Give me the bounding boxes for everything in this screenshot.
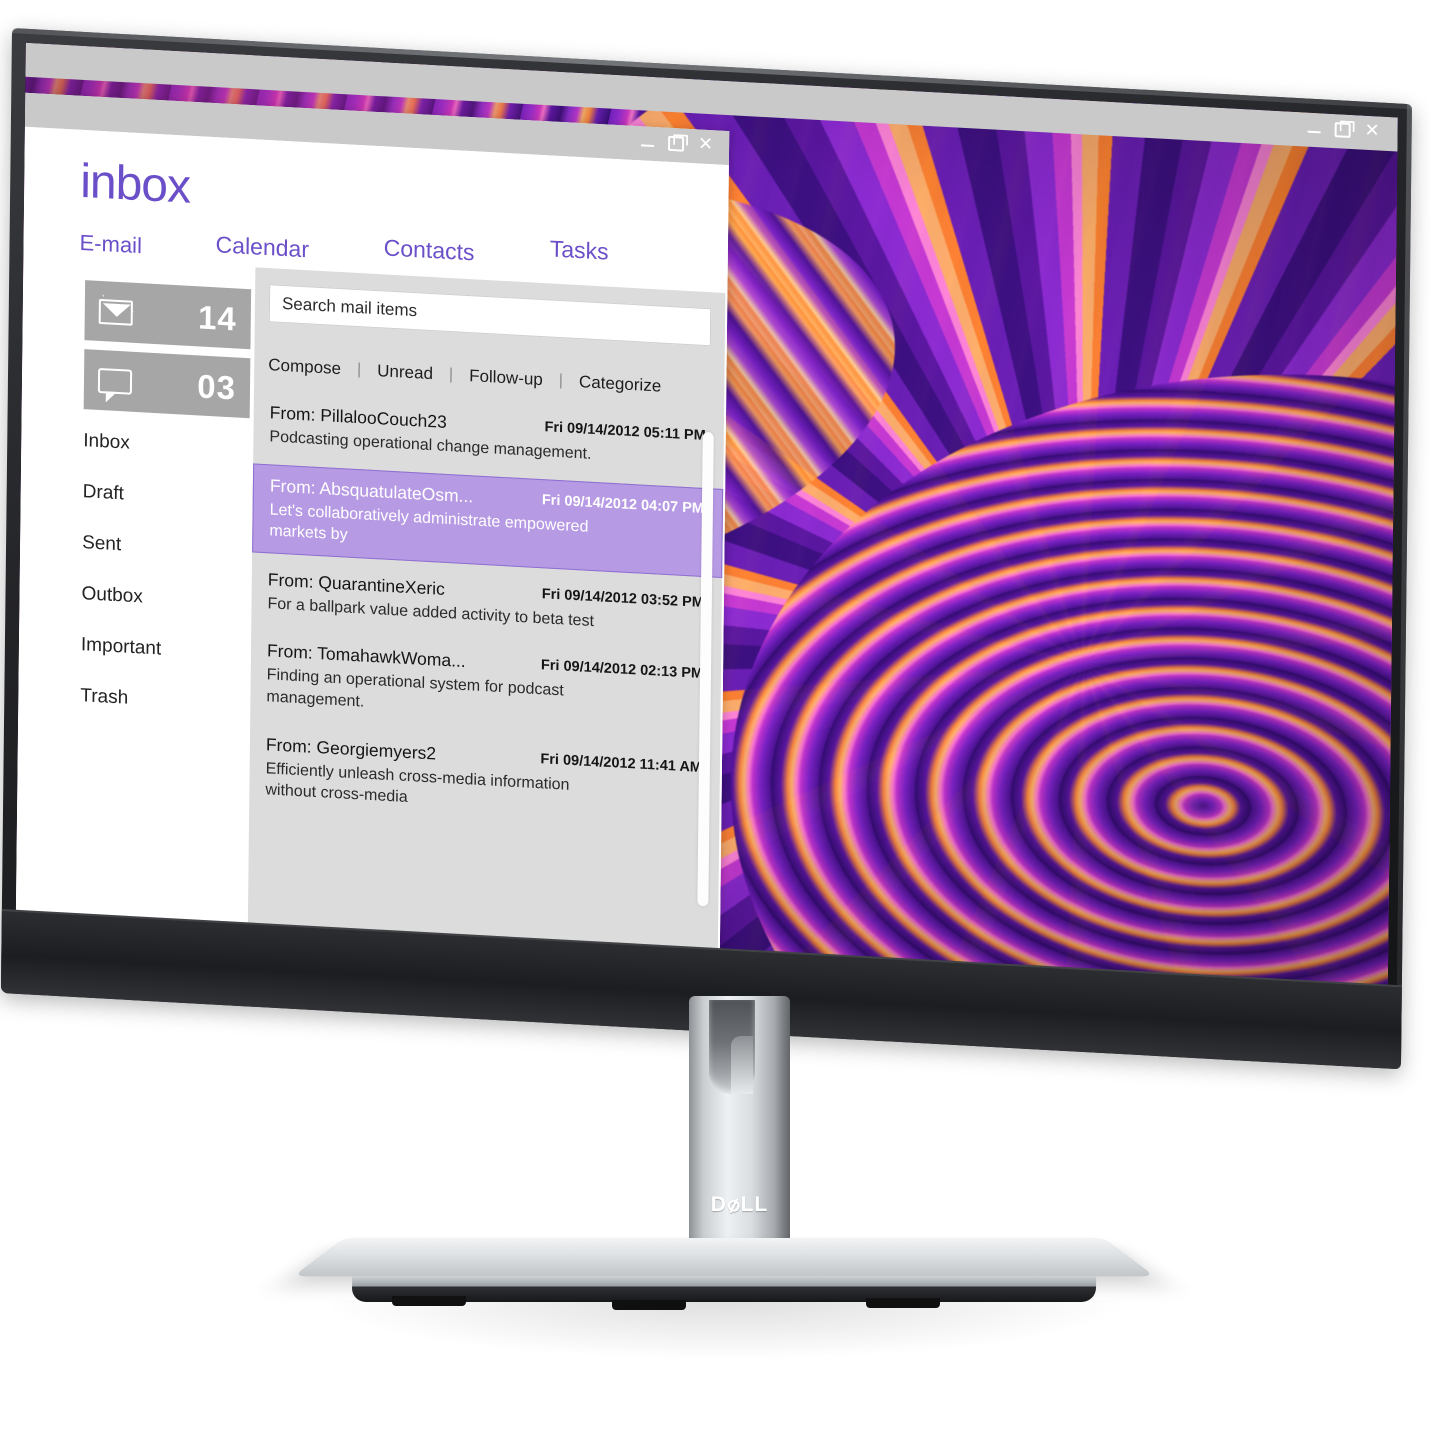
tab-contacts[interactable]: Contacts — [384, 234, 475, 266]
restore-icon[interactable] — [1334, 121, 1351, 138]
monitor-screen: ✕ 20406080100 2022Projected occupancy ra… — [15, 42, 1398, 991]
close-icon[interactable]: ✕ — [1364, 120, 1379, 141]
search-input-value: Search mail items — [281, 293, 418, 321]
monitor-stand-neck: D⌀LL — [689, 996, 790, 1260]
folder-list: Inbox Draft Sent Outbox Important Trash — [80, 430, 254, 745]
message-list-pane: Search mail items Compose | Unread | Fol… — [247, 267, 726, 955]
compose-button[interactable]: Compose — [268, 355, 341, 379]
message-count: 03 — [197, 366, 237, 406]
toolbar-separator: | — [558, 372, 564, 390]
envelope-icon — [98, 298, 133, 326]
monitor-bezel: ✕ 20406080100 2022Projected occupancy ra… — [0, 28, 1413, 1070]
categorize-button[interactable]: Categorize — [579, 372, 661, 396]
message-date: Fri 09/14/2012 05:11 PM — [544, 419, 706, 445]
folder-item-outbox[interactable]: Outbox — [81, 583, 251, 614]
close-icon[interactable]: ✕ — [698, 133, 713, 154]
cable-management-slot — [709, 1000, 755, 1094]
message-counter[interactable]: 03 — [83, 349, 251, 419]
message-list-item[interactable]: From: AbsquatulateOsm... Fri 09/14/2012 0… — [252, 463, 724, 578]
unread-mail-counter[interactable]: 14 — [84, 280, 252, 350]
mail-counters: 14 03 — [83, 280, 252, 427]
desktop-window-controls: ✕ — [1307, 120, 1380, 141]
monitor-stand-base — [293, 1238, 1155, 1277]
folder-item-inbox[interactable]: Inbox — [83, 430, 253, 461]
mail-window: ✕ inbox E-mail Calendar Contacts Tasks 1… — [15, 92, 730, 955]
mail-window-body: inbox E-mail Calendar Contacts Tasks 14 — [15, 126, 729, 955]
followup-filter[interactable]: Follow-up — [469, 366, 543, 390]
page-title: inbox — [79, 154, 191, 214]
unread-filter[interactable]: Unread — [377, 361, 433, 384]
message-date: Fri 09/14/2012 11:41 AM — [540, 750, 703, 776]
dell-logo: D⌀LL — [710, 1191, 769, 1218]
minimize-icon[interactable] — [1307, 130, 1321, 134]
neck-shadow — [774, 996, 790, 1260]
message-list-item[interactable]: From: Georgiemyers2 Fri 09/14/2012 11:41 … — [249, 723, 720, 836]
folder-item-important[interactable]: Important — [81, 634, 251, 665]
message-date: Fri 09/14/2012 02:13 PM — [540, 657, 704, 683]
toolbar-separator: | — [356, 361, 362, 379]
floor-reflection — [330, 1300, 1120, 1358]
message-list: From: PillalooCouch23 Fri 09/14/2012 05:1… — [248, 391, 724, 954]
unread-mail-count: 14 — [197, 297, 238, 337]
folder-item-draft[interactable]: Draft — [83, 481, 253, 512]
folder-item-sent[interactable]: Sent — [82, 532, 252, 563]
message-date: Fri 09/14/2012 04:07 PM — [541, 491, 705, 517]
mail-window-controls: ✕ — [640, 133, 713, 154]
toolbar-separator: | — [448, 366, 454, 384]
bezel-right-highlight — [1395, 104, 1412, 1070]
minimize-icon[interactable] — [640, 144, 654, 148]
dell-monitor: ✕ 20406080100 2022Projected occupancy ra… — [0, 0, 1430, 1358]
folder-item-trash[interactable]: Trash — [80, 685, 250, 716]
tab-email[interactable]: E-mail — [79, 230, 142, 259]
message-date: Fri 09/14/2012 03:52 PM — [541, 585, 704, 611]
restore-icon[interactable] — [667, 135, 685, 152]
tab-tasks[interactable]: Tasks — [550, 235, 609, 265]
search-input[interactable]: Search mail items — [268, 284, 712, 347]
chat-bubble-icon — [97, 367, 133, 395]
tab-calendar[interactable]: Calendar — [215, 231, 309, 263]
screenshot-root: ✕ 20406080100 2022Projected occupancy ra… — [0, 0, 1430, 1430]
message-list-item[interactable]: From: TomahawkWoma... Fri 09/14/2012 02:1… — [250, 630, 721, 743]
